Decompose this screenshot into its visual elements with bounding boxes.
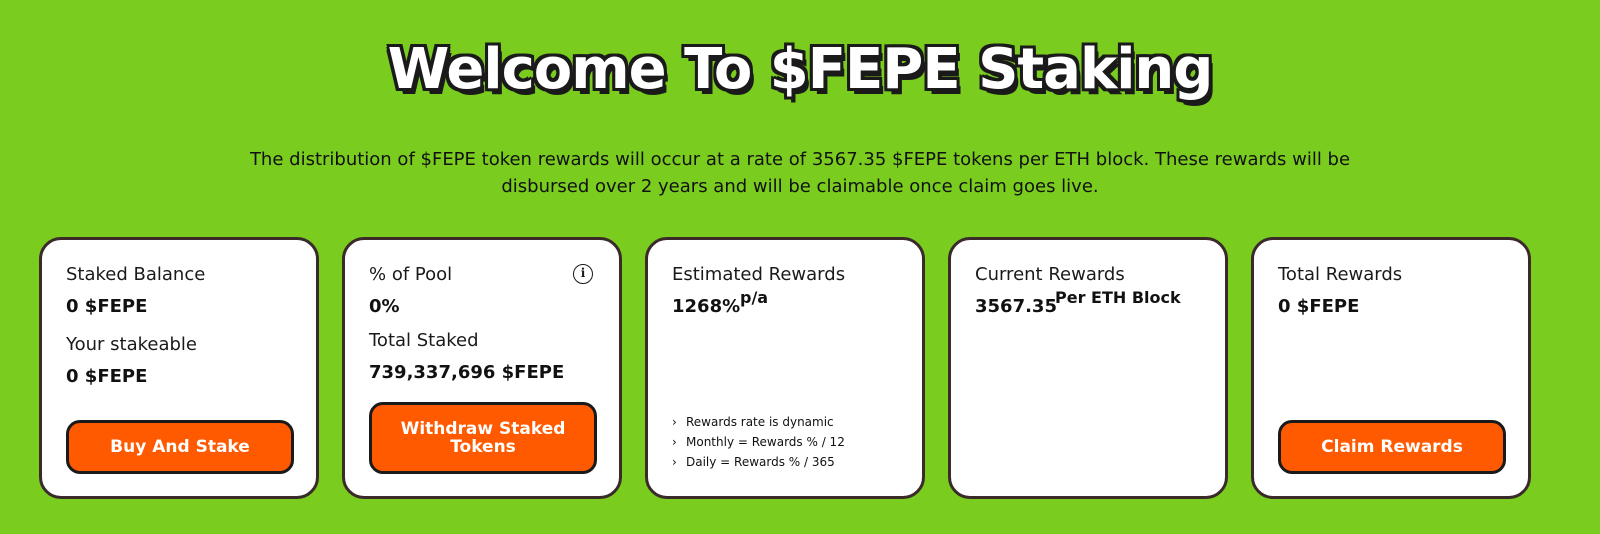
chevron-right-icon: › (672, 435, 677, 449)
chevron-right-icon: › (672, 415, 677, 429)
stakeable-value: 0 $FEPE (66, 366, 148, 387)
total-staked-value: 739,337,696 $FEPE (369, 362, 565, 383)
staking-description: The distribution of $FEPE token rewards … (249, 149, 1351, 197)
estimated-rewards-label: Estimated Rewards (672, 264, 846, 285)
buy-and-stake-button[interactable]: Buy And Stake (66, 420, 294, 474)
list-item: › Monthly = Rewards % / 12 (672, 432, 845, 452)
pool-share-label: % of Pool (369, 264, 453, 285)
list-item: › Rewards rate is dynamic (672, 412, 845, 432)
staked-balance-card: Staked Balance 0 $FEPE Your stakeable 0 … (39, 237, 319, 499)
current-rewards-label: Current Rewards (975, 264, 1125, 285)
current-rewards-value: 3567.35 (975, 296, 1057, 317)
chevron-right-icon: › (672, 455, 677, 469)
claim-rewards-button[interactable]: Claim Rewards (1278, 420, 1506, 474)
current-rewards-unit: Per ETH Block (1055, 288, 1181, 307)
rewards-notes-list: › Rewards rate is dynamic › Monthly = Rewa… (672, 412, 845, 472)
estimated-rewards-value: 1268% (672, 296, 741, 317)
staked-balance-value: 0 $FEPE (66, 296, 148, 317)
pool-share-card: % of Pool i 0% Total Staked 739,337,696 … (342, 237, 622, 499)
current-rewards-card: Current Rewards 3567.35 Per ETH Block (948, 237, 1228, 499)
total-staked-label: Total Staked (369, 330, 479, 351)
total-rewards-card: Total Rewards 0 $FEPE Claim Rewards (1251, 237, 1531, 499)
staked-balance-label: Staked Balance (66, 264, 206, 285)
pool-share-value: 0% (369, 296, 400, 317)
page-title: Welcome To $FEPE Staking (387, 37, 1214, 102)
total-rewards-value: 0 $FEPE (1278, 296, 1360, 317)
list-item: › Daily = Rewards % / 365 (672, 452, 845, 472)
withdraw-staked-tokens-button[interactable]: Withdraw Staked Tokens (369, 402, 597, 474)
estimated-rewards-unit: p/a (740, 288, 769, 307)
info-icon[interactable]: i (573, 264, 593, 284)
stakeable-label: Your stakeable (66, 334, 198, 355)
estimated-rewards-card: Estimated Rewards 1268% p/a › Rewards rat… (645, 237, 925, 499)
total-rewards-label: Total Rewards (1278, 264, 1403, 285)
